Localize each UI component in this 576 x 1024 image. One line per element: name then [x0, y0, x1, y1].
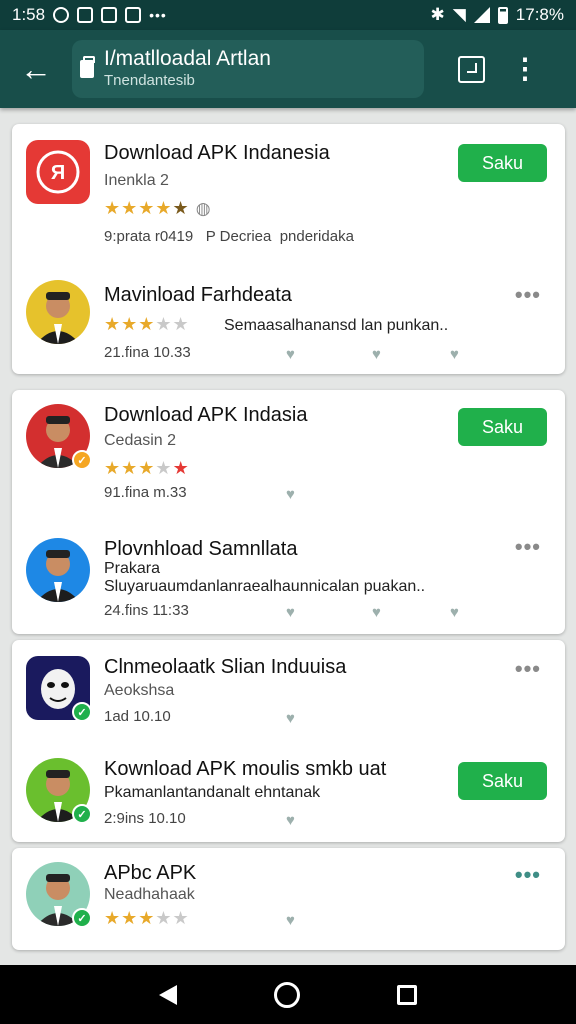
- clock: 1:58: [12, 5, 46, 24]
- battery-icon: [497, 6, 508, 24]
- result-card: ✓ Download APK Indasia Cedasin 2 ★★★★★ 9…: [12, 390, 565, 634]
- item-date: 21.fina 10.33: [104, 344, 191, 361]
- rating-stars: ★★★★★ ◍: [104, 198, 212, 218]
- like-icon[interactable]: ♥: [372, 604, 381, 621]
- like-icon[interactable]: ♥: [450, 604, 459, 621]
- bag-icon: [80, 56, 95, 78]
- avatar: [26, 538, 90, 602]
- list-item[interactable]: Я Download APK Indanesia Inenkla 2 ★★★★★…: [12, 140, 565, 250]
- page-subtitle: Tnendantesib: [104, 72, 195, 89]
- verified-badge-icon: ✓: [72, 450, 92, 470]
- battery-level: 17:8%: [515, 5, 564, 24]
- item-subtitle: Cedasin 2: [104, 432, 177, 449]
- item-title: Kownload APK moulis smkb uat: [104, 758, 387, 780]
- like-icon[interactable]: ♥: [450, 346, 459, 363]
- item-description: Semaasalhanansd lan punkan..: [224, 317, 449, 334]
- result-card: ✓ APbc APK Neadhahaak ★★★★★ ♥ •••: [12, 848, 565, 950]
- open-external-icon[interactable]: [458, 55, 485, 83]
- avatar: [26, 280, 90, 344]
- list-item[interactable]: ✓ Download APK Indasia Cedasin 2 ★★★★★ 9…: [12, 404, 565, 514]
- more-notifications-icon: •••: [149, 7, 167, 23]
- like-icon[interactable]: ♥: [286, 486, 295, 503]
- more-options-icon[interactable]: •••: [515, 864, 541, 886]
- more-options-icon[interactable]: •••: [515, 284, 541, 306]
- download-count-icon: ◍: [195, 199, 212, 218]
- mail-icon: [125, 7, 142, 23]
- item-date: 1ad 10.10: [104, 708, 171, 725]
- app-bar: ← I/matlloadal Artlan Tnendantesib ⋮: [0, 30, 576, 108]
- like-icon[interactable]: ♥: [286, 710, 295, 727]
- item-description: Sluyaruaumdanlanraealhaunnicalan puakan.…: [104, 578, 426, 595]
- signal-icon: [473, 7, 490, 23]
- nav-home-icon[interactable]: [273, 981, 300, 1008]
- gallery-icon: [77, 7, 94, 23]
- overflow-menu-icon[interactable]: ⋮: [511, 55, 539, 83]
- item-subtitle: Inenkla 2: [104, 172, 169, 189]
- item-tag: P Decriea: [205, 228, 272, 245]
- svg-text:Я: Я: [51, 162, 65, 184]
- item-category: pnderidaka: [279, 228, 354, 245]
- like-icon[interactable]: ♥: [372, 346, 381, 363]
- status-bar: 1:58 ••• ✱ ◥ 17:8%: [0, 0, 576, 30]
- result-card: ✓ Clnmeolaatk Slian Induuisa Aeokshsa 1a…: [12, 640, 565, 842]
- item-title: APbc APK: [104, 862, 197, 884]
- item-title: Download APK Indasia: [104, 404, 308, 426]
- system-nav-bar: [0, 965, 576, 1024]
- item-description: Pkamanlantandanalt ehntanak: [104, 784, 321, 801]
- like-icon[interactable]: ♥: [286, 604, 295, 621]
- result-card: Я Download APK Indanesia Inenkla 2 ★★★★★…: [12, 124, 565, 374]
- list-item[interactable]: ✓ Kownload APK moulis smkb uat Pkamanlan…: [12, 758, 565, 840]
- like-icon[interactable]: ♥: [286, 346, 295, 363]
- nav-back-icon[interactable]: [158, 984, 177, 1005]
- notification-icon: [53, 7, 70, 23]
- save-button[interactable]: Saku: [458, 408, 547, 446]
- more-options-icon[interactable]: •••: [515, 536, 541, 558]
- rating-stars: ★★★★★: [104, 908, 190, 928]
- item-subtitle: Aeokshsa: [104, 682, 175, 699]
- list-item[interactable]: Plovnhload Samnllata Prakara Sluyaruaumd…: [12, 536, 565, 648]
- nav-recents-icon[interactable]: [397, 984, 418, 1005]
- verified-badge-icon: ✓: [72, 702, 92, 722]
- verified-badge-icon: ✓: [72, 804, 92, 824]
- item-subtitle: Prakara: [104, 560, 161, 577]
- title-search-box[interactable]: I/matlloadal Artlan Tnendantesib: [72, 40, 424, 98]
- rating-stars: ★★★★★: [104, 314, 190, 334]
- item-title: Download APK Indanesia: [104, 142, 330, 164]
- item-title: Plovnhload Samnllata: [104, 538, 298, 560]
- app-logo-icon: Я: [26, 140, 90, 204]
- verified-badge-icon: ✓: [72, 908, 92, 928]
- list-item[interactable]: Mavinload Farhdeata ★★★★★ Semaasalhanans…: [12, 280, 565, 390]
- wifi-icon: ◥: [452, 5, 466, 24]
- save-button[interactable]: Saku: [458, 762, 547, 800]
- game-icon: [101, 7, 118, 23]
- rating-stars: ★★★★★: [104, 458, 190, 478]
- save-button[interactable]: Saku: [458, 144, 547, 182]
- like-icon[interactable]: ♥: [286, 912, 295, 929]
- list-item[interactable]: ✓ APbc APK Neadhahaak ★★★★★ ♥ •••: [12, 862, 565, 942]
- item-meta: 9:prata r0419 P Decriea pnderidaka: [104, 228, 354, 245]
- back-arrow-icon[interactable]: ←: [0, 30, 72, 108]
- like-icon[interactable]: ♥: [286, 812, 295, 829]
- item-date: 24.fins 11:33: [104, 602, 189, 619]
- item-title: Clnmeolaatk Slian Induuisa: [104, 656, 347, 678]
- more-options-icon[interactable]: •••: [515, 658, 541, 680]
- item-date: 9:prata r0419: [104, 228, 194, 245]
- bluetooth-icon: ✱: [430, 5, 445, 24]
- item-date: 91.fina m.33: [104, 484, 187, 501]
- item-title: Mavinload Farhdeata: [104, 284, 292, 306]
- page-title: I/matlloadal Artlan: [104, 47, 271, 70]
- list-item[interactable]: ✓ Clnmeolaatk Slian Induuisa Aeokshsa 1a…: [12, 656, 565, 766]
- item-date: 2:9ins 10.10: [104, 810, 186, 827]
- item-subtitle: Neadhahaak: [104, 886, 195, 903]
